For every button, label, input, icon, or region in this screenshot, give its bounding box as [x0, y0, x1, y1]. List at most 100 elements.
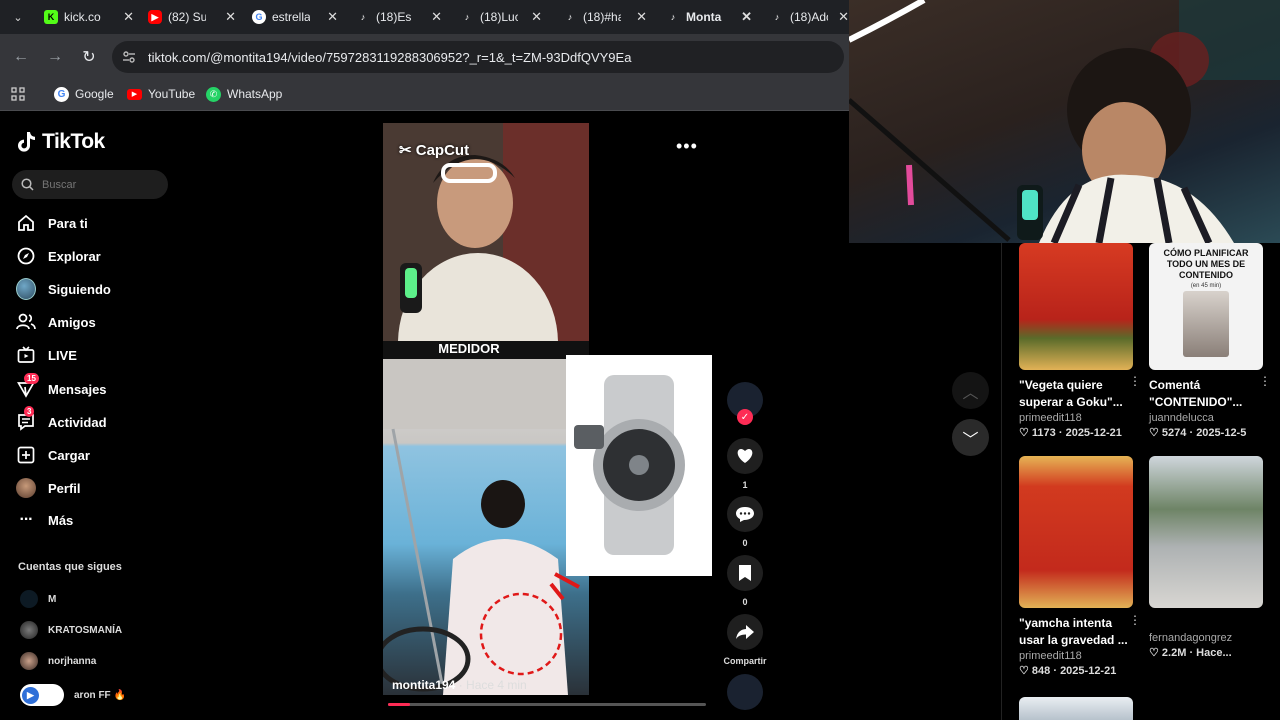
nav-amigos[interactable]: Amigos	[16, 308, 96, 336]
close-tab-icon[interactable]: ✕	[431, 9, 442, 25]
following-account[interactable]: KRATOSMANÍA	[20, 621, 122, 639]
get-app-toggle[interactable]: ▶	[20, 684, 64, 706]
whatsapp-icon: ✆	[206, 86, 221, 102]
nav-para-ti[interactable]: Para ti	[16, 209, 88, 237]
card-user: juanndelucca	[1149, 412, 1214, 424]
webcam-overlay	[849, 0, 1280, 243]
nav-cargar[interactable]: Cargar	[16, 441, 90, 469]
tab-youtube[interactable]: ▶ (82) Su ✕	[148, 4, 236, 30]
tab-tiktok-active[interactable]: ♪ Monta ✕	[666, 4, 752, 30]
youtube-icon: ▶	[148, 10, 162, 24]
author-avatar[interactable]: ✓	[727, 382, 763, 425]
tiktok-icon: ♪	[567, 12, 573, 22]
search-icon	[21, 178, 34, 191]
card-title: Comentá "CONTENIDO"...	[1149, 378, 1243, 409]
google-icon: G	[54, 86, 69, 102]
share-label: Compartir	[723, 656, 767, 666]
nav-explorar[interactable]: Explorar	[16, 242, 101, 270]
music-disc[interactable]	[727, 674, 763, 710]
nav-siguiendo[interactable]: Siguiendo	[16, 275, 111, 303]
comment-button[interactable]: 0	[727, 496, 763, 548]
nav-mensajes[interactable]: 15 Mensajes	[16, 373, 107, 403]
site-info-icon[interactable]	[122, 50, 136, 64]
youtube-icon: ▶	[127, 88, 142, 100]
video-thumbnail	[1149, 456, 1263, 608]
url-text[interactable]: tiktok.com/@montita194/video/75972831192…	[148, 50, 631, 65]
avatar	[20, 590, 38, 608]
more-icon: ···	[19, 511, 34, 528]
back-icon[interactable]: ←	[10, 46, 32, 68]
bookmark-youtube[interactable]: ▶ YouTube	[127, 84, 195, 104]
apps-icon[interactable]	[11, 84, 25, 104]
video-thumbnail: CÓMO PLANIFICAR TODO UN MES DE CONTENIDO…	[1149, 243, 1263, 370]
capcut-watermark: ✂ CapCut	[399, 142, 470, 159]
video-thumbnail[interactable]	[1019, 697, 1133, 720]
nav-mas[interactable]: ··· Más	[16, 506, 74, 534]
person-photo	[1183, 291, 1229, 357]
tab-tiktok-3[interactable]: ♪ (18)#ha ✕	[563, 4, 647, 30]
card-more-icon[interactable]: ⋮	[1129, 613, 1141, 627]
nav-perfil[interactable]: Perfil	[16, 474, 81, 502]
card-stats: ♡ 848 · 2025-12-21	[1019, 665, 1117, 677]
comment-icon	[727, 496, 763, 532]
compass-icon	[16, 246, 36, 266]
recommended-card[interactable]: CÓMO PLANIFICAR TODO UN MES DE CONTENIDO…	[1149, 243, 1271, 439]
home-icon	[16, 213, 36, 233]
music-disc-icon	[727, 674, 763, 710]
save-button[interactable]: 0	[727, 555, 763, 607]
following-account[interactable]: norjhanna	[20, 652, 96, 670]
share-button[interactable]: Compartir	[720, 614, 770, 666]
close-tab-icon[interactable]: ✕	[225, 9, 236, 25]
forward-icon[interactable]: →	[44, 46, 66, 68]
close-tab-icon[interactable]: ✕	[531, 9, 542, 25]
close-tab-icon[interactable]: ✕	[838, 9, 849, 25]
address-bar[interactable]: tiktok.com/@montita194/video/75972831192…	[112, 41, 844, 73]
play-icon: ▶	[22, 686, 39, 704]
comment-count: 0	[742, 538, 748, 548]
reload-icon[interactable]: ↻	[78, 46, 100, 68]
messages-badge: 15	[24, 373, 39, 384]
tab-search-button[interactable]: ⌄	[8, 7, 28, 27]
like-button[interactable]: 1	[727, 438, 763, 490]
follow-check-icon[interactable]: ✓	[737, 409, 753, 425]
close-tab-icon[interactable]: ✕	[327, 9, 338, 25]
recommended-card[interactable]: "yamcha intenta usar la gravedad ... pri…	[1019, 456, 1141, 677]
previous-video-button[interactable]: ︿	[952, 372, 989, 409]
following-account[interactable]: M	[20, 590, 56, 608]
video-progress[interactable]	[388, 703, 706, 706]
tab-kick[interactable]: K kick.co ✕	[44, 4, 134, 30]
close-tab-icon[interactable]: ✕	[636, 9, 647, 25]
recommended-card[interactable]: "Vegeta quiere superar a Goku"... primee…	[1019, 243, 1141, 439]
nav-live[interactable]: LIVE	[16, 341, 77, 369]
video-time: · Hace 4 min	[455, 678, 527, 692]
more-options-icon[interactable]: •••	[676, 136, 698, 157]
card-more-icon[interactable]: ⋮	[1129, 374, 1141, 388]
search-box[interactable]	[12, 170, 168, 199]
video-thumbnail	[1019, 243, 1133, 370]
card-more-icon[interactable]: ⋮	[1259, 374, 1271, 388]
bookmark-whatsapp[interactable]: ✆ WhatsApp	[206, 84, 282, 104]
nav-actividad[interactable]: 3 Actividad	[16, 406, 107, 436]
live-icon	[16, 345, 36, 365]
profile-icon	[16, 478, 36, 498]
close-tab-icon[interactable]: ✕	[741, 9, 752, 25]
tab-tiktok-4[interactable]: ♪ (18)Adc ✕	[770, 4, 849, 30]
video-thumbnail	[1019, 456, 1133, 608]
kick-icon: K	[44, 10, 58, 24]
webcam-scene	[849, 0, 1280, 243]
search-input[interactable]	[40, 177, 162, 192]
like-count: 1	[742, 480, 748, 490]
video-author[interactable]: montita194 · Hace 4 min	[392, 678, 527, 692]
tiktok-icon: ♪	[360, 12, 366, 22]
following-account[interactable]: ▶ aron FF 🔥	[20, 684, 126, 706]
next-video-button[interactable]: ﹀	[952, 419, 989, 456]
tiktok-icon: ♪	[464, 12, 470, 22]
tab-tiktok-2[interactable]: ♪ (18)Luc ✕	[460, 4, 542, 30]
close-tab-icon[interactable]: ✕	[123, 9, 134, 25]
card-user: fernandagongrez	[1149, 632, 1233, 644]
bookmark-google[interactable]: G Google	[54, 84, 114, 104]
tiktok-logo[interactable]: TikTok	[18, 130, 105, 154]
tab-tiktok-1[interactable]: ♪ (18)Es r ✕	[356, 4, 442, 30]
recommended-card[interactable]: fernandagongrez ♡ 2.2M · Hace...	[1149, 456, 1263, 659]
tab-google[interactable]: G estrella ✕	[252, 4, 338, 30]
